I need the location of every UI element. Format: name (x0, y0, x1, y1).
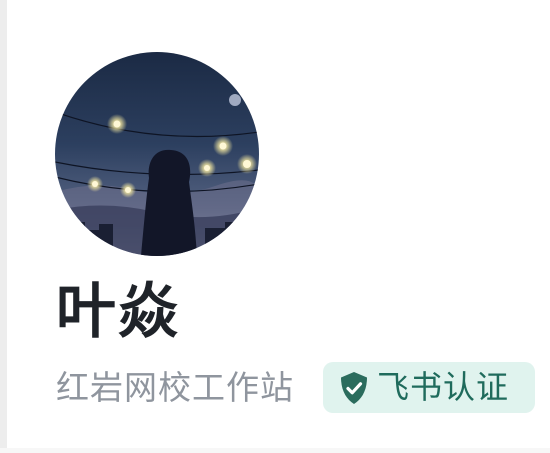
avatar[interactable] (55, 52, 259, 256)
verification-label: 飞书认证 (377, 368, 510, 406)
organization-name: 红岩网校工作站 (56, 368, 294, 407)
avatar-image (55, 52, 259, 256)
bottom-border (0, 448, 550, 453)
verified-shield-check-icon (341, 371, 367, 404)
verification-badge[interactable]: 飞书认证 (323, 362, 535, 413)
profile-name: 叶焱 (56, 277, 180, 347)
left-border (0, 0, 7, 453)
